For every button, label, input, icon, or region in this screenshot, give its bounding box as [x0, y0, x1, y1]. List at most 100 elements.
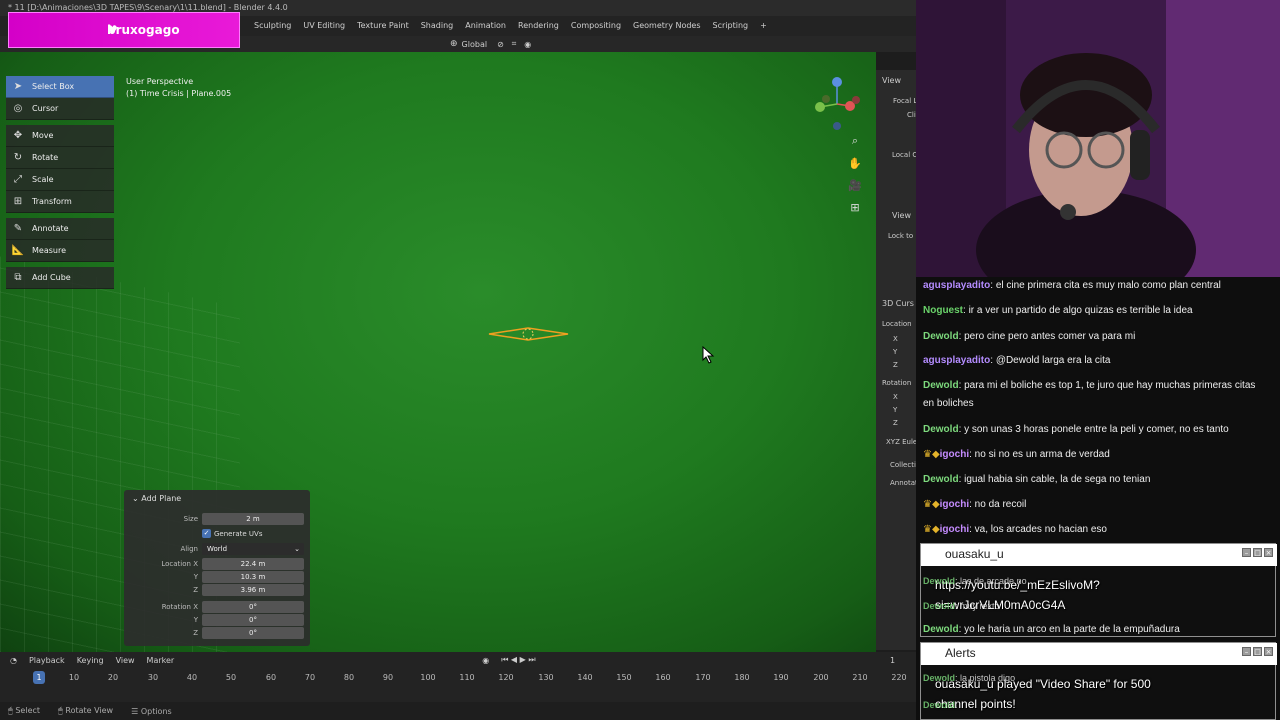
location-y-label: Y [193, 573, 198, 581]
maximize-icon[interactable]: □ [1253, 647, 1262, 656]
webcam-feed [916, 0, 1280, 277]
frame-ruler[interactable]: 10 20 30 40 50 60 70 80 90 100 110 120 1… [0, 671, 916, 685]
navigation-gizmo[interactable] [808, 74, 868, 134]
3d-cursor-header[interactable]: 3D Curs [882, 299, 914, 308]
record-icon[interactable]: ◉ [482, 656, 489, 665]
tab-uv-editing[interactable]: UV Editing [297, 16, 351, 36]
location-z-field[interactable]: 3.96 m [202, 584, 304, 596]
minimize-icon[interactable]: – [1242, 548, 1251, 557]
zoom-icon[interactable]: ⌕ [848, 134, 862, 148]
close-icon[interactable]: × [1264, 647, 1273, 656]
tab-texture-paint[interactable]: Texture Paint [351, 16, 415, 36]
tool-annotate[interactable]: ✎ Annotate [6, 218, 114, 240]
clip-label: Cli [907, 111, 916, 119]
ruler-tick: 180 [734, 673, 750, 682]
rotation-x-field[interactable]: 0° [202, 601, 304, 613]
tool-cursor[interactable]: ◎ Cursor [6, 98, 114, 120]
chat-message: agusplayadito: el cine primera cita es m… [923, 280, 1221, 291]
camera-view-icon[interactable]: 🎥 [848, 178, 862, 192]
move-icon: ✥ [13, 130, 23, 141]
cursor-rot-y-label: Y [893, 406, 898, 414]
ruler-tick: 80 [343, 673, 355, 682]
ruler-tick: 70 [304, 673, 316, 682]
tool-measure[interactable]: 📐 Measure [6, 240, 114, 262]
view-lock-header[interactable]: View [892, 211, 911, 220]
tab-compositing[interactable]: Compositing [565, 16, 627, 36]
tab-shading[interactable]: Shading [415, 16, 460, 36]
rotation-z-field[interactable]: 0° [202, 627, 304, 639]
operator-title[interactable]: ⌄ Add Plane [132, 494, 181, 503]
tab-rendering[interactable]: Rendering [512, 16, 565, 36]
chat-message: Dewold: yo le haria un arco en la parte … [923, 624, 1180, 635]
marker-menu[interactable]: Marker [147, 656, 175, 665]
globe-icon: ⊕ [450, 39, 458, 49]
generate-uvs-label: Generate UVs [214, 530, 263, 538]
ruler-tick: 10 [68, 673, 80, 682]
focal-length-label: Focal L [893, 97, 916, 105]
location-x-row: Location X 22.4 m [124, 558, 310, 570]
playhead[interactable]: 1 [33, 671, 45, 684]
sidebar-n-panel: View Focal L Cli Local C View Lock to 3D… [876, 70, 916, 650]
status-options-hint: ☰ Options [131, 706, 172, 716]
tab-animation[interactable]: Animation [459, 16, 512, 36]
location-x-field[interactable]: 22.4 m [202, 558, 304, 570]
rotation-mode-dropdown[interactable]: XYZ Eule [886, 438, 916, 446]
proportional-edit-icon[interactable]: ◉ [524, 40, 531, 49]
keying-menu[interactable]: Keying [77, 656, 104, 665]
close-icon[interactable]: × [1264, 548, 1273, 557]
stream-name-overlay: ♥ bruxogago [8, 12, 240, 48]
current-frame-field[interactable]: 1 [890, 656, 895, 665]
size-row: Size 2 m [124, 513, 310, 525]
tab-sculpting[interactable]: Sculpting [248, 16, 297, 36]
collection-panel-header[interactable]: Collecti [890, 461, 916, 469]
ruler-tick: 40 [186, 673, 198, 682]
status-bar: 🖱 Select 🖱 Rotate View ☰ Options [0, 702, 916, 720]
size-field[interactable]: 2 m [202, 513, 304, 525]
tool-select-box[interactable]: ➤ Select Box [6, 76, 114, 98]
tool-transform[interactable]: ⊞ Transform [6, 191, 114, 213]
location-y-field[interactable]: 10.3 m [202, 571, 304, 583]
rotation-y-row: Y 0° [124, 614, 310, 626]
cursor-y-label: Y [893, 348, 898, 356]
rotation-y-label: Y [193, 616, 198, 624]
view-menu[interactable]: View [116, 656, 135, 665]
grid-view-icon[interactable]: ⊞ [848, 200, 862, 214]
annotations-panel-header[interactable]: Annotat [890, 479, 916, 487]
channel-name: bruxogago [107, 23, 180, 37]
pan-hand-icon[interactable]: ✋ [848, 156, 862, 170]
measure-icon: 📐 [11, 245, 25, 256]
rotation-y-field[interactable]: 0° [202, 614, 304, 626]
tool-scale[interactable]: ⤢ Scale [6, 169, 114, 191]
tab-scripting[interactable]: Scripting [707, 16, 755, 36]
playback-menu[interactable]: Playback [29, 656, 65, 665]
pivot-icon[interactable]: ⊘ [497, 40, 504, 49]
align-dropdown[interactable]: World ⌄ [202, 543, 304, 555]
tab-geometry-nodes[interactable]: Geometry Nodes [627, 16, 706, 36]
view-panel-header[interactable]: View [882, 76, 901, 85]
add-workspace-button[interactable]: + [754, 16, 773, 36]
maximize-icon[interactable]: □ [1253, 548, 1262, 557]
chat-message: Dewold: [923, 700, 958, 710]
alert-title: Alerts [945, 646, 976, 660]
orientation-dropdown[interactable]: Global [462, 40, 488, 49]
viewport-info: User Perspective (1) Time Crisis | Plane… [126, 76, 231, 100]
tool-rotate[interactable]: ↻ Rotate [6, 147, 114, 169]
timeline-editor-type-icon[interactable]: ◔ [10, 656, 17, 665]
add-plane-operator-panel: ⌄ Add Plane Size 2 m ✓ Generate UVs Alig… [124, 490, 310, 646]
selected-plane-object[interactable] [488, 326, 570, 344]
window-controls: – □ × [1242, 548, 1273, 557]
minimize-icon[interactable]: – [1242, 647, 1251, 656]
generate-uvs-checkbox[interactable]: ✓ [202, 529, 211, 538]
tool-move[interactable]: ✥ Move [6, 125, 114, 147]
timeline-editor[interactable]: ◔ Playback Keying View Marker ◉ ⏮ ◀ ▶ ⏭ … [0, 652, 916, 702]
playback-controls[interactable]: ⏮ ◀ ▶ ⏭ [501, 655, 535, 665]
timeline-header: ◔ Playback Keying View Marker ◉ ⏮ ◀ ▶ ⏭ … [0, 652, 916, 668]
annotate-icon: ✎ [13, 223, 23, 234]
tool-add-cube[interactable]: ⧉ Add Cube [6, 267, 114, 289]
tool-label: Transform [32, 197, 72, 206]
chat-message: Dewold: pero cine pero antes comer va pa… [923, 331, 1136, 342]
cursor-icon: ◎ [13, 103, 23, 114]
ruler-tick: 90 [382, 673, 394, 682]
snap-icon[interactable]: ⌗ [512, 39, 517, 49]
ruler-tick: 160 [655, 673, 671, 682]
